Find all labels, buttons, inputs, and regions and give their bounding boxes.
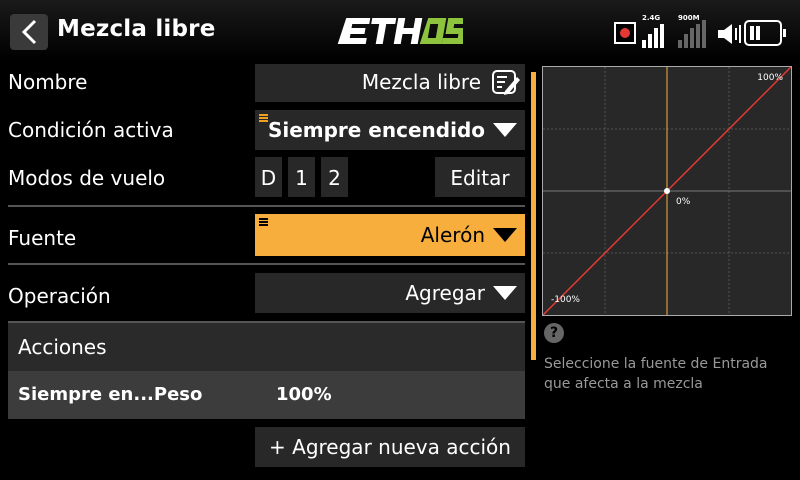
signal-900m-label: 900M <box>678 14 700 22</box>
back-button[interactable] <box>10 14 48 50</box>
source-dropdown[interactable]: Alerón <box>255 214 525 256</box>
name-field[interactable]: Mezcla libre <box>255 64 525 102</box>
top-bar: Mezcla libre 2.4G 900M <box>0 0 800 60</box>
actions-header: Acciones <box>18 335 107 359</box>
operation-value: Agregar <box>405 281 485 305</box>
mix-curve-plot <box>543 67 791 315</box>
active-condition-value: Siempre encendido <box>267 118 485 142</box>
menu-marker-icon <box>259 114 268 122</box>
action-row[interactable]: Siempre en...Peso 100% <box>8 371 525 419</box>
signal-2.4g-icon: 2.4G <box>642 14 674 48</box>
action-name: Siempre en...Peso <box>18 384 203 405</box>
operation-dropdown[interactable]: Agregar <box>255 273 525 313</box>
flight-modes-label: Modos de vuelo <box>8 166 166 190</box>
actions-section-header: Acciones <box>8 323 525 371</box>
name-label: Nombre <box>8 70 88 94</box>
mix-curve-graph: 100% 0% -100% <box>542 66 792 316</box>
signal-2.4g-label: 2.4G <box>642 14 661 22</box>
record-icon <box>614 22 636 44</box>
graph-label-max: 100% <box>757 73 783 83</box>
active-condition-label: Condición activa <box>8 118 174 142</box>
speaker-icon <box>718 24 741 44</box>
signal-900m-icon: 900M <box>678 14 710 48</box>
graph-label-min: -100% <box>551 295 580 305</box>
add-action-button[interactable]: + Agregar nueva acción <box>255 427 525 467</box>
dropdown-arrow-icon <box>493 123 517 137</box>
flight-mode-1[interactable]: 1 <box>288 157 315 197</box>
dropdown-arrow-icon <box>493 228 517 242</box>
help-text-line2: que afecta a la mezcla <box>544 376 703 392</box>
menu-marker-icon <box>259 218 268 226</box>
battery-icon <box>744 20 786 46</box>
source-label: Fuente <box>8 226 77 250</box>
help-text: Seleccione la fuente de Entrada que afec… <box>544 354 768 394</box>
divider <box>8 205 525 207</box>
scrollbar[interactable] <box>531 72 536 360</box>
edit-icon <box>492 70 520 95</box>
ethos-logo <box>337 18 463 44</box>
source-value: Alerón <box>420 223 485 247</box>
divider <box>8 263 525 265</box>
name-value: Mezcla libre <box>361 70 481 94</box>
help-icon[interactable]: ? <box>544 323 564 343</box>
operation-label: Operación <box>8 284 111 308</box>
flight-mode-d[interactable]: D <box>255 157 282 197</box>
flight-mode-2[interactable]: 2 <box>321 157 348 197</box>
chevron-left-icon <box>21 19 37 45</box>
graph-label-mid: 0% <box>676 197 691 207</box>
status-area: 2.4G 900M <box>612 14 792 50</box>
action-value: 100% <box>276 384 332 405</box>
edit-flight-modes-button[interactable]: Editar <box>435 157 525 197</box>
page-title: Mezcla libre <box>57 16 216 42</box>
help-text-line1: Seleccione la fuente de Entrada <box>544 356 768 372</box>
active-condition-dropdown[interactable]: Siempre encendido <box>255 110 525 150</box>
dropdown-arrow-icon <box>493 286 517 300</box>
